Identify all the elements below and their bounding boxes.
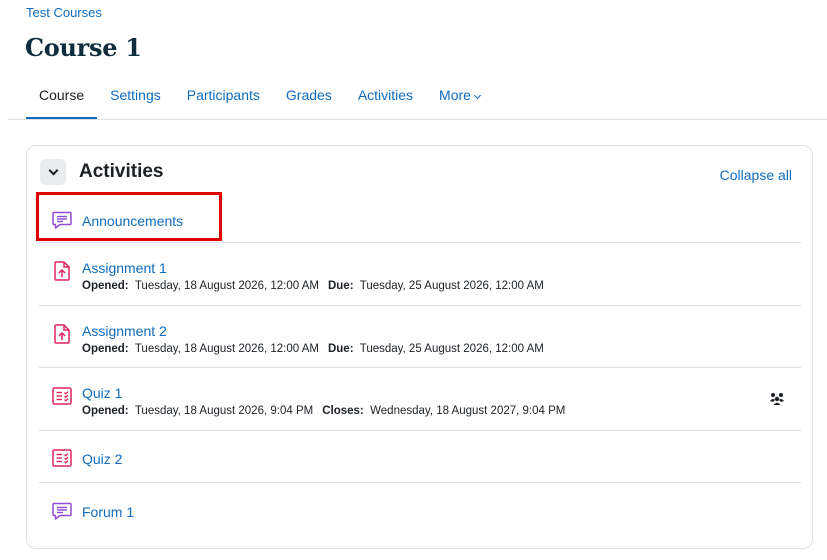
- opened-date: Tuesday, 18 August 2026, 12:00 AM: [134, 280, 319, 292]
- activity-link[interactable]: Assignment 1: [82, 260, 167, 276]
- page-title: Course 1: [25, 33, 142, 62]
- opened-label: Opened:: [82, 405, 129, 417]
- breadcrumb[interactable]: Test Courses: [26, 5, 102, 20]
- assignment-icon: [54, 324, 70, 344]
- tabs-divider: [8, 119, 827, 120]
- activity-link[interactable]: Forum 1: [82, 504, 134, 520]
- chevron-down-icon: [473, 91, 481, 100]
- tab-grades[interactable]: Grades: [273, 76, 345, 120]
- activity-link[interactable]: Assignment 2: [82, 323, 167, 339]
- tab-course[interactable]: Course: [26, 76, 98, 120]
- collapse-all-link[interactable]: Collapse all: [720, 167, 792, 183]
- activity-item-forum-1: Forum 1: [39, 483, 801, 535]
- activity-link[interactable]: Quiz 2: [82, 451, 122, 467]
- activity-item-quiz-2: Quiz 2: [39, 431, 801, 483]
- group-mode-icon[interactable]: [769, 390, 785, 406]
- activity-item-assignment-1: Assignment 1 Opened: Tuesday, 18 August …: [39, 243, 801, 306]
- activity-item-assignment-2: Assignment 2 Opened: Tuesday, 18 August …: [39, 306, 801, 368]
- course-nav-tabs: Course Settings Participants Grades Acti…: [26, 76, 493, 120]
- tab-more-label: More: [439, 87, 471, 103]
- activity-dates: Opened: Tuesday, 18 August 2026, 12:00 A…: [82, 280, 544, 292]
- opened-label: Opened:: [82, 343, 129, 355]
- activity-dates: Opened: Tuesday, 18 August 2026, 9:04 PM…: [82, 405, 565, 417]
- quiz-icon: [52, 449, 72, 467]
- opened-date: Tuesday, 18 August 2026, 12:00 AM: [134, 343, 319, 355]
- tab-participants[interactable]: Participants: [174, 76, 273, 120]
- opened-date: Tuesday, 18 August 2026, 9:04 PM: [134, 405, 314, 417]
- tab-activities[interactable]: Activities: [345, 76, 426, 120]
- due-label: Due:: [327, 343, 354, 355]
- due-label: Due:: [327, 280, 354, 292]
- due-date: Tuesday, 25 August 2026, 12:00 AM: [359, 280, 544, 292]
- activity-link[interactable]: Quiz 1: [82, 385, 122, 401]
- activity-item-quiz-1: Quiz 1 Opened: Tuesday, 18 August 2026, …: [39, 368, 801, 431]
- assignment-icon: [54, 261, 70, 281]
- section-title: Activities: [79, 161, 164, 182]
- forum-icon: [52, 502, 72, 520]
- chevron-down-icon: [48, 165, 58, 175]
- activity-dates: Opened: Tuesday, 18 August 2026, 12:00 A…: [82, 343, 544, 355]
- tab-settings[interactable]: Settings: [97, 76, 174, 120]
- quiz-icon: [52, 387, 72, 405]
- tab-more[interactable]: More: [426, 76, 493, 120]
- section-toggle-button[interactable]: [40, 159, 66, 185]
- highlight-box: [36, 192, 222, 241]
- opened-label: Opened:: [82, 280, 129, 292]
- due-date: Tuesday, 25 August 2026, 12:00 AM: [359, 343, 544, 355]
- closes-date: Wednesday, 18 August 2027, 9:04 PM: [370, 405, 566, 417]
- closes-label: Closes:: [322, 405, 364, 417]
